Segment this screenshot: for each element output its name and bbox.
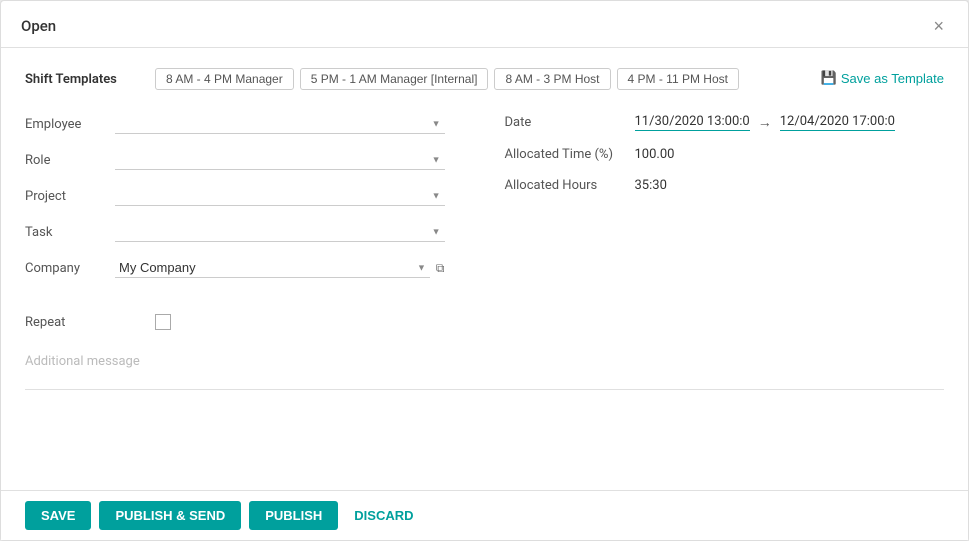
company-label: Company	[25, 261, 115, 276]
save-template-button[interactable]: 💾 Save as Template	[821, 68, 944, 86]
external-link-icon[interactable]: ⧉	[436, 261, 445, 276]
form-right: Date 11/30/2020 13:00:0 → 12/04/2020 17:…	[485, 114, 945, 294]
arrow-icon: →	[758, 114, 772, 131]
task-select[interactable]	[115, 222, 445, 242]
role-select-wrapper	[115, 150, 445, 170]
discard-button[interactable]: DISCARD	[346, 501, 421, 530]
date-end[interactable]: 12/04/2020 17:00:0	[780, 114, 895, 131]
allocated-time-label: Allocated Time (%)	[505, 147, 635, 162]
allocated-hours-value: 35:30	[635, 178, 945, 193]
template-badge-1[interactable]: 8 AM - 4 PM Manager	[155, 68, 294, 90]
employee-select[interactable]	[115, 114, 445, 134]
dialog-footer: SAVE PUBLISH & SEND PUBLISH DISCARD	[1, 490, 968, 540]
template-badge-2[interactable]: 5 PM - 1 AM Manager [Internal]	[300, 68, 489, 90]
date-start[interactable]: 11/30/2020 13:00:0	[635, 114, 750, 131]
repeat-section: Repeat	[25, 314, 944, 330]
save-button[interactable]: SAVE	[25, 501, 91, 530]
project-label: Project	[25, 189, 115, 204]
form-left: Employee Role Pr	[25, 114, 485, 294]
task-row: Task	[25, 222, 445, 242]
form-grid: Employee Role Pr	[25, 114, 944, 294]
save-template-label: Save as Template	[841, 71, 944, 86]
date-label: Date	[505, 115, 635, 130]
save-icon: 💾	[821, 70, 837, 86]
allocated-hours-row: Allocated Hours 35:30	[505, 178, 945, 193]
templates-row: 8 AM - 4 PM Manager 5 PM - 1 AM Manager …	[155, 68, 821, 90]
project-row: Project	[25, 186, 445, 206]
project-select[interactable]	[115, 186, 445, 206]
dialog-title: Open	[21, 17, 56, 35]
role-row: Role	[25, 150, 445, 170]
date-value-group: 11/30/2020 13:00:0 → 12/04/2020 17:00:0	[635, 114, 895, 131]
publish-send-button[interactable]: PUBLISH & SEND	[99, 501, 241, 530]
project-select-wrapper	[115, 186, 445, 206]
shift-templates-section: Shift Templates 8 AM - 4 PM Manager 5 PM…	[25, 68, 944, 90]
company-select[interactable]: My Company	[115, 258, 430, 278]
close-button[interactable]: ×	[929, 15, 948, 37]
dialog: Open × Shift Templates 8 AM - 4 PM Manag…	[0, 0, 969, 541]
allocated-time-row: Allocated Time (%) 100.00	[505, 147, 945, 162]
task-label: Task	[25, 225, 115, 240]
employee-label: Employee	[25, 117, 115, 132]
role-label: Role	[25, 153, 115, 168]
employee-row: Employee	[25, 114, 445, 134]
shift-templates-label: Shift Templates	[25, 68, 155, 87]
company-select-group: My Company ⧉	[115, 258, 445, 278]
date-row: Date 11/30/2020 13:00:0 → 12/04/2020 17:…	[505, 114, 945, 131]
templates-wrapper: 8 AM - 4 PM Manager 5 PM - 1 AM Manager …	[155, 68, 944, 90]
repeat-label: Repeat	[25, 315, 155, 330]
publish-button[interactable]: PUBLISH	[249, 501, 338, 530]
dialog-body: Shift Templates 8 AM - 4 PM Manager 5 PM…	[1, 48, 968, 490]
allocated-hours-label: Allocated Hours	[505, 178, 635, 193]
company-row: Company My Company ⧉	[25, 258, 445, 278]
role-select[interactable]	[115, 150, 445, 170]
dialog-header: Open ×	[1, 1, 968, 48]
allocated-time-value: 100.00	[635, 147, 945, 162]
task-select-wrapper	[115, 222, 445, 242]
additional-message[interactable]: Additional message	[25, 350, 944, 373]
repeat-checkbox[interactable]	[155, 314, 171, 330]
template-badge-3[interactable]: 8 AM - 3 PM Host	[494, 68, 610, 90]
company-select-wrapper: My Company	[115, 258, 430, 278]
template-badge-4[interactable]: 4 PM - 11 PM Host	[617, 68, 739, 90]
employee-select-wrapper	[115, 114, 445, 134]
divider	[25, 389, 944, 390]
